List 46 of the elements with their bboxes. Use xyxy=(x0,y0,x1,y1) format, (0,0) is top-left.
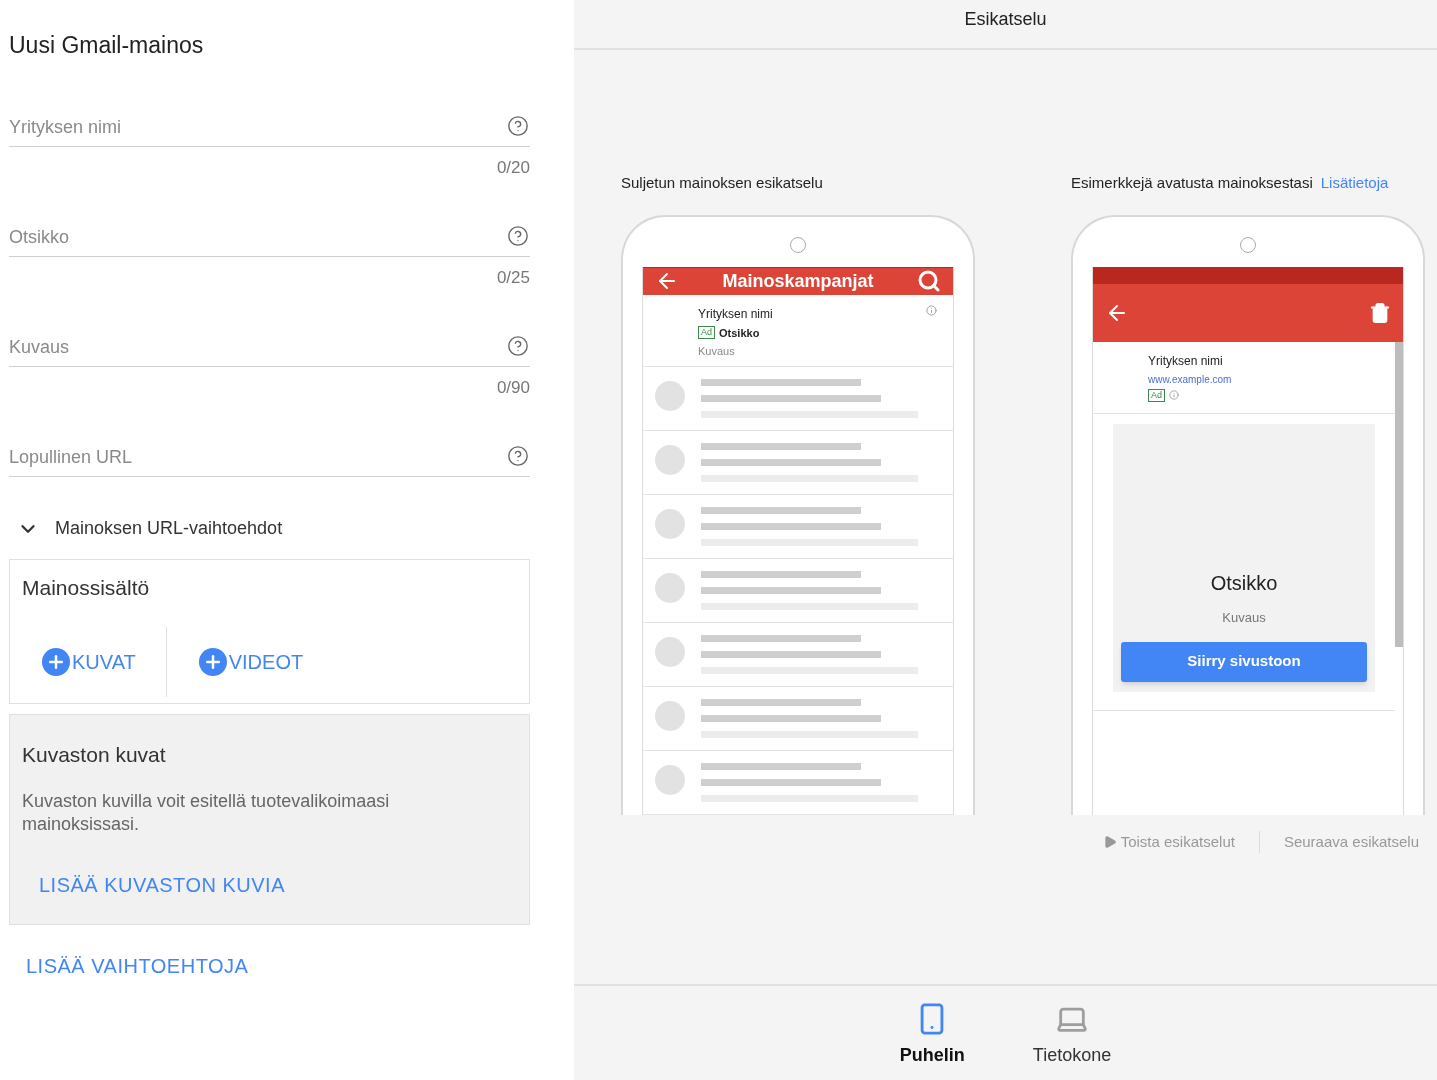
character-counter: 0/90 xyxy=(496,376,530,399)
text-field[interactable]: Otsikko xyxy=(9,210,530,257)
help-icon[interactable] xyxy=(507,444,529,467)
ad-url: www.example.com xyxy=(1148,372,1233,387)
company-name: Yrityksen nimi xyxy=(1148,352,1224,370)
search-icon xyxy=(917,269,941,293)
ad-headline: Otsikko xyxy=(719,325,760,341)
help-icon[interactable] xyxy=(507,114,529,137)
preview-caption: Suljetun mainoksen esikatselu xyxy=(621,173,824,193)
plus-icon xyxy=(42,648,70,676)
help-icon[interactable] xyxy=(507,224,529,247)
ad-badge: Ad xyxy=(1148,388,1165,402)
section-description: Kuvaston kuvilla voit esitellä tuotevalikoimaasi mainoksissasi. xyxy=(22,790,391,836)
page-title: Uusi Gmail-mainos xyxy=(9,31,205,60)
character-counter: 0/20 xyxy=(496,156,530,179)
learn-more-link[interactable]: Lisätietoja xyxy=(1320,172,1389,195)
help-icon[interactable] xyxy=(507,334,529,357)
more-options-link[interactable]: LISÄÄ VAIHTOEHTOJA xyxy=(26,950,530,981)
add-media-button[interactable]: VIDEOT xyxy=(166,627,324,697)
preview-control[interactable]: Seuraava esikatselu xyxy=(1258,830,1419,853)
text-field[interactable]: Kuvaus xyxy=(9,320,530,367)
company-name: Yrityksen nimi xyxy=(698,305,773,323)
text-field[interactable]: Yrityksen nimi xyxy=(9,100,530,147)
ad-description: Kuvaus xyxy=(1222,609,1266,627)
device-tab[interactable]: Puhelin xyxy=(885,1002,979,1080)
url-options-toggle[interactable]: Mainoksen URL-vaihtoehdot xyxy=(9,500,530,557)
character-counter: 0/25 xyxy=(496,266,530,289)
section-title: Mainossisältö xyxy=(22,574,151,601)
device-tab[interactable]: Tietokone xyxy=(1018,1002,1126,1080)
info-icon xyxy=(926,304,937,316)
preview-caption: Esimerkkejä avatusta mainoksestasi xyxy=(1071,173,1313,193)
add-catalog-images-link[interactable]: LISÄÄ KUVASTON KUVIA xyxy=(39,870,517,900)
plus-icon xyxy=(198,648,227,676)
ad-description: Kuvaus xyxy=(698,344,736,359)
section-title: Kuvaston kuvat xyxy=(22,741,167,768)
toolbar-title: Mainoskampanjat xyxy=(722,269,874,293)
preview-control[interactable]: Toista esikatselut xyxy=(1102,830,1259,853)
info-icon xyxy=(1169,390,1179,400)
trash-icon xyxy=(1369,301,1391,324)
play-icon xyxy=(1102,834,1117,849)
preview-header: Esikatselu xyxy=(574,0,1437,50)
visit-site-button[interactable]: Siirry sivustoon xyxy=(1121,641,1367,682)
add-media-button[interactable]: KUVAT xyxy=(22,627,167,697)
ad-badge: Ad xyxy=(698,326,715,340)
ad-headline: Otsikko xyxy=(1210,571,1278,596)
text-field[interactable]: Lopullinen URL xyxy=(9,430,530,477)
